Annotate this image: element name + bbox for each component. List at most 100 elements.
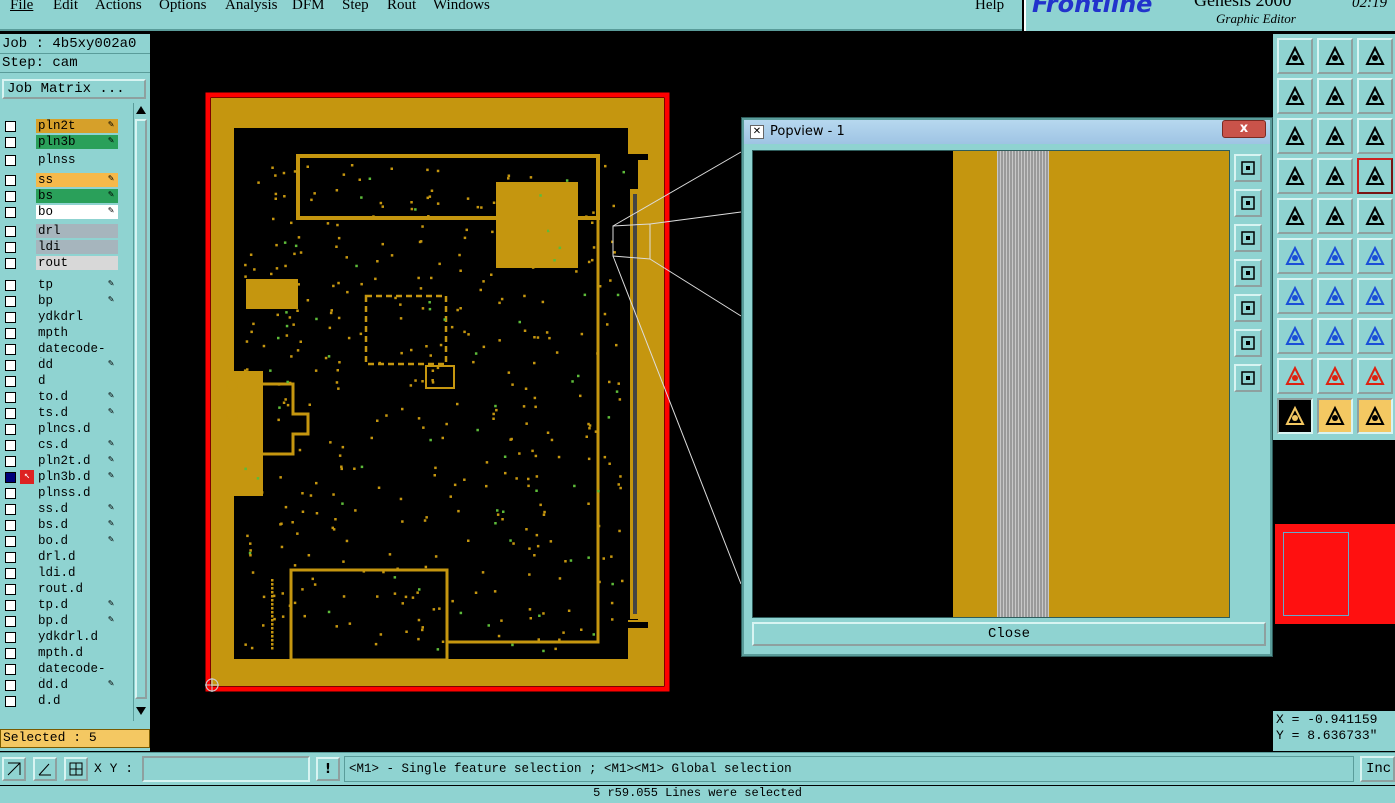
layer-name[interactable]: bs.d ✎ — [36, 518, 118, 532]
layer-name[interactable]: pln3b.d ✎ — [36, 470, 118, 484]
minus-icon[interactable] — [1317, 318, 1353, 354]
popview-close-button[interactable]: Close — [752, 622, 1266, 646]
layer-checkbox[interactable] — [5, 424, 16, 435]
layer-checkbox[interactable] — [5, 632, 16, 643]
layer-row[interactable]: d — [0, 374, 122, 389]
layer-checkbox[interactable] — [5, 488, 16, 499]
add-shape-icon[interactable] — [1317, 198, 1353, 234]
export-up-icon[interactable] — [1277, 38, 1313, 74]
layer-checkbox[interactable] — [5, 648, 16, 659]
layer-checkbox[interactable] — [5, 121, 16, 132]
scroll-thumb[interactable] — [135, 119, 147, 699]
layer-row[interactable]: tp.d ✎ — [0, 598, 122, 613]
layer-row[interactable]: dd.d ✎ — [0, 678, 122, 693]
layer-checkbox[interactable] — [5, 175, 16, 186]
layer-name[interactable]: ts.d ✎ — [36, 406, 118, 420]
layer-checkbox[interactable] — [5, 137, 16, 148]
menu-edit[interactable]: Edit — [53, 0, 78, 14]
layer-name[interactable]: mpth.d — [36, 646, 118, 660]
layer-checkbox[interactable] — [5, 207, 16, 218]
layer-name[interactable]: ydkdrl.d — [36, 630, 118, 644]
layer-row[interactable]: plnss.d — [0, 486, 122, 501]
layer-checkbox[interactable] — [5, 664, 16, 675]
exclamation-button[interactable]: ! — [316, 757, 340, 781]
layer-name[interactable]: ss.d ✎ — [36, 502, 118, 516]
layer-row[interactable]: drl.d — [0, 550, 122, 565]
route-icon[interactable] — [1277, 318, 1313, 354]
layer-name[interactable]: ldi — [36, 240, 118, 254]
menu-rout[interactable]: Rout — [387, 0, 416, 14]
select-area-icon[interactable] — [1317, 398, 1353, 434]
triangle-b-icon[interactable] — [1357, 358, 1393, 394]
layer-row[interactable]: bs ✎ — [0, 189, 122, 204]
layer-checkbox[interactable] — [5, 242, 16, 253]
layer-checkbox[interactable] — [5, 584, 16, 595]
menu-windows[interactable]: Windows — [433, 0, 490, 14]
select-net-icon[interactable] — [1357, 398, 1393, 434]
snap-icon[interactable] — [2, 757, 26, 781]
layer-row[interactable]: to.d ✎ — [0, 390, 122, 405]
menu-file[interactable]: File — [10, 0, 33, 14]
undo-icon[interactable] — [1357, 78, 1393, 114]
layer-row[interactable]: mpth.d — [0, 646, 122, 661]
layer-checkbox[interactable] — [5, 258, 16, 269]
layers-icon[interactable] — [1357, 158, 1393, 194]
layer-checkbox[interactable] — [5, 680, 16, 691]
connect-icon[interactable] — [1277, 238, 1313, 274]
layer-name[interactable]: datecode-to — [36, 662, 118, 690]
layer-name[interactable]: to.d ✎ — [36, 390, 118, 404]
menu-options[interactable]: Options — [159, 0, 207, 14]
layer-checkbox[interactable] — [5, 312, 16, 323]
layer-row[interactable]: drl — [0, 224, 122, 239]
layer-name[interactable]: pln3b ✎ — [36, 135, 118, 149]
layer-row[interactable]: pln3b ✎ — [0, 135, 122, 150]
layer-list-scrollbar[interactable] — [133, 103, 148, 721]
grid-toggle-icon[interactable] — [1317, 158, 1353, 194]
overview-map[interactable] — [1275, 524, 1395, 624]
layer-checkbox[interactable] — [5, 472, 16, 483]
layer-name[interactable]: tp.d ✎ — [36, 598, 118, 612]
layer-checkbox[interactable] — [5, 392, 16, 403]
layer-name[interactable]: bo.d ✎ — [36, 534, 118, 548]
triangle-warning-icon[interactable] — [1277, 358, 1313, 394]
layer-row[interactable]: ydkdrl — [0, 310, 122, 325]
pan-right-icon[interactable] — [1234, 294, 1262, 322]
layer-checkbox[interactable] — [5, 280, 16, 291]
layer-name[interactable]: bp.d ✎ — [36, 614, 118, 628]
snap-point-icon[interactable] — [1357, 238, 1393, 274]
layer-name[interactable]: bs ✎ — [36, 189, 118, 203]
layer-checkbox[interactable] — [5, 440, 16, 451]
layer-row[interactable]: bo.d ✎ — [0, 534, 122, 549]
layer-name[interactable]: d — [36, 374, 118, 388]
layer-checkbox[interactable] — [5, 191, 16, 202]
layer-name[interactable]: pln2t ✎ — [36, 119, 118, 133]
layer-row[interactable]: datecode-to — [0, 342, 122, 370]
angle-icon[interactable] — [33, 757, 57, 781]
layer-row[interactable]: pln2t.d ✎ — [0, 454, 122, 469]
layer-checkbox[interactable] — [5, 568, 16, 579]
zoom-fit-icon[interactable] — [1234, 154, 1262, 182]
layer-name[interactable]: mpth — [36, 326, 118, 340]
menu-dfm[interactable]: DFM — [292, 0, 325, 14]
layer-row[interactable]: bs.d ✎ — [0, 518, 122, 533]
layer-row[interactable]: d.d — [0, 694, 122, 709]
layer-name[interactable]: plncs.d — [36, 422, 118, 436]
layer-name[interactable]: drl.d — [36, 550, 118, 564]
layer-checkbox[interactable] — [5, 552, 16, 563]
layer-row[interactable]: cs.d ✎ — [0, 438, 122, 453]
layer-checkbox[interactable] — [5, 360, 16, 371]
popview-close-x-button[interactable]: x — [1222, 120, 1266, 138]
layer-row[interactable]: pln2t ✎ — [0, 119, 122, 134]
layer-row[interactable]: bp ✎ — [0, 294, 122, 309]
pan-down-icon[interactable] — [1234, 224, 1262, 252]
layer-name[interactable]: rout — [36, 256, 118, 270]
layer-name[interactable]: bo ✎ — [36, 205, 118, 219]
layer-checkbox[interactable] — [5, 600, 16, 611]
layer-name[interactable]: dd.d ✎ — [36, 678, 118, 692]
layer-row[interactable]: ts.d ✎ — [0, 406, 122, 421]
import-down-icon[interactable] — [1317, 38, 1353, 74]
layer-name[interactable]: pln2t.d ✎ — [36, 454, 118, 468]
xy-input[interactable] — [142, 756, 310, 782]
zoom-out-icon[interactable] — [1234, 364, 1262, 392]
layer-row[interactable]: rout.d — [0, 582, 122, 597]
